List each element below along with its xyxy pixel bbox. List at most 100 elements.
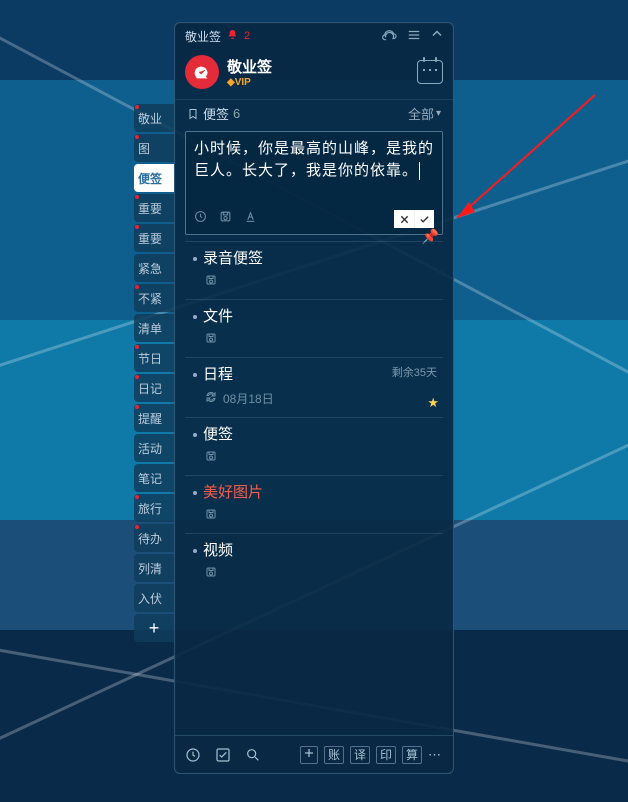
side-tab[interactable]: 列清 — [134, 554, 174, 582]
vip-badge: ◆VIP — [227, 77, 272, 88]
side-tab[interactable]: 图 — [134, 134, 174, 162]
note-item[interactable]: 文件 — [185, 299, 443, 357]
menu-icon[interactable] — [407, 28, 421, 45]
badge-dot — [135, 135, 139, 139]
save-icon — [205, 332, 217, 347]
bullet-icon — [193, 549, 197, 553]
clock-icon[interactable] — [194, 210, 207, 228]
note-title: 日程 — [203, 364, 233, 386]
text-color-icon[interactable] — [244, 210, 257, 228]
bookmark-icon — [187, 106, 199, 122]
badge-dot — [135, 105, 139, 109]
list-header-label: 便签 — [203, 104, 229, 123]
note-subline — [205, 566, 437, 581]
note-subline — [205, 508, 437, 523]
note-subline — [205, 274, 437, 289]
bullet-icon — [193, 491, 197, 495]
filter-label: 全部 — [408, 104, 434, 123]
editor-toolbar — [194, 210, 434, 228]
app-logo — [185, 55, 219, 89]
side-tab-list: 敬业图便签重要重要紧急不紧清单节日日记提醒活动笔记旅行待办列清入伏+ — [134, 104, 174, 642]
more-icon[interactable]: ⋯ — [428, 747, 443, 763]
repeat-icon — [205, 391, 217, 406]
note-title: 文件 — [203, 306, 233, 328]
side-tab[interactable]: 便签 — [134, 164, 174, 192]
save-icon — [205, 450, 217, 465]
note-subline — [205, 450, 437, 465]
sync-icon[interactable] — [381, 28, 397, 45]
note-item[interactable]: 便签 — [185, 417, 443, 475]
side-tab[interactable]: 待办 — [134, 524, 174, 552]
bottom-bar: 账 译 印 算 ⋯ — [175, 735, 453, 773]
checklist-icon[interactable] — [215, 747, 231, 763]
note-item[interactable]: 录音便签📌 — [185, 241, 443, 299]
badge-dot — [135, 495, 139, 499]
note-item[interactable]: 剩余35天日程08月18日★ — [185, 357, 443, 417]
search-icon[interactable] — [245, 747, 261, 763]
side-tab[interactable]: 节日 — [134, 344, 174, 372]
print-button[interactable]: 印 — [376, 746, 396, 764]
notes-list: 录音便签📌文件剩余35天日程08月18日★便签美好图片视频 — [181, 241, 447, 591]
chevron-down-icon: ▾ — [436, 108, 441, 119]
badge-dot — [135, 285, 139, 289]
save-icon[interactable] — [219, 210, 232, 228]
badge-dot — [135, 375, 139, 379]
side-tab[interactable]: 敬业 — [134, 104, 174, 132]
side-tab[interactable]: 入伏 — [134, 584, 174, 612]
side-tab[interactable]: 日记 — [134, 374, 174, 402]
note-date: 08月18日 — [223, 390, 274, 407]
pin-icon: 📌 — [422, 228, 439, 245]
notification-count: 2 — [244, 30, 250, 42]
badge-dot — [135, 225, 139, 229]
collapse-icon[interactable] — [431, 28, 443, 45]
bullet-icon — [193, 433, 197, 437]
side-tab[interactable]: 清单 — [134, 314, 174, 342]
translate-button[interactable]: 译 — [350, 746, 370, 764]
bell-icon[interactable] — [227, 29, 238, 43]
brand-text: 敬业签 ◆VIP — [227, 56, 272, 88]
confirm-button[interactable] — [414, 210, 434, 228]
side-tab[interactable]: 提醒 — [134, 404, 174, 432]
add-button[interactable] — [300, 746, 318, 764]
side-tab[interactable]: 紧急 — [134, 254, 174, 282]
side-tab[interactable]: 不紧 — [134, 284, 174, 312]
filter-dropdown[interactable]: 全部 ▾ — [408, 104, 441, 123]
history-icon[interactable] — [185, 747, 201, 763]
app-window: 敬业签 2 敬业签 ◆VIP — [174, 22, 454, 774]
app-title: 敬业签 — [185, 28, 221, 45]
title-bar: 敬业签 2 — [175, 23, 453, 49]
cancel-button[interactable] — [394, 210, 414, 228]
note-item[interactable]: 视频 — [185, 533, 443, 591]
side-tab[interactable]: 重要 — [134, 224, 174, 252]
note-subline: 08月18日 — [205, 390, 437, 407]
list-count: 6 — [233, 106, 240, 121]
save-icon — [205, 566, 217, 581]
side-tab[interactable]: 笔记 — [134, 464, 174, 492]
account-button[interactable]: 账 — [324, 746, 344, 764]
note-title: 美好图片 — [203, 482, 263, 504]
badge-dot — [135, 195, 139, 199]
note-editor[interactable]: 小时候，你是最高的山峰，是我的巨人。长大了，我是你的依靠。 — [185, 131, 443, 235]
badge-dot — [135, 525, 139, 529]
note-subline — [205, 332, 437, 347]
bullet-icon — [193, 257, 197, 261]
calendar-icon[interactable] — [417, 60, 443, 84]
brand-name: 敬业签 — [227, 56, 272, 77]
bullet-icon — [193, 373, 197, 377]
badge-dot — [135, 405, 139, 409]
note-title: 录音便签 — [203, 248, 263, 270]
save-icon — [205, 274, 217, 289]
calc-button[interactable]: 算 — [402, 746, 422, 764]
brand-row: 敬业签 ◆VIP — [175, 49, 453, 99]
note-item[interactable]: 美好图片 — [185, 475, 443, 533]
note-title: 视频 — [203, 540, 233, 562]
badge-dot — [135, 345, 139, 349]
content-area: 小时候，你是最高的山峰，是我的巨人。长大了，我是你的依靠。 — [175, 127, 453, 735]
side-tab[interactable]: 旅行 — [134, 494, 174, 522]
editor-text[interactable]: 小时候，你是最高的山峰，是我的巨人。长大了，我是你的依靠。 — [194, 138, 434, 204]
side-tab[interactable]: 重要 — [134, 194, 174, 222]
side-tab[interactable]: 活动 — [134, 434, 174, 462]
bullet-icon — [193, 315, 197, 319]
add-tab-button[interactable]: + — [134, 614, 174, 642]
save-icon — [205, 508, 217, 523]
